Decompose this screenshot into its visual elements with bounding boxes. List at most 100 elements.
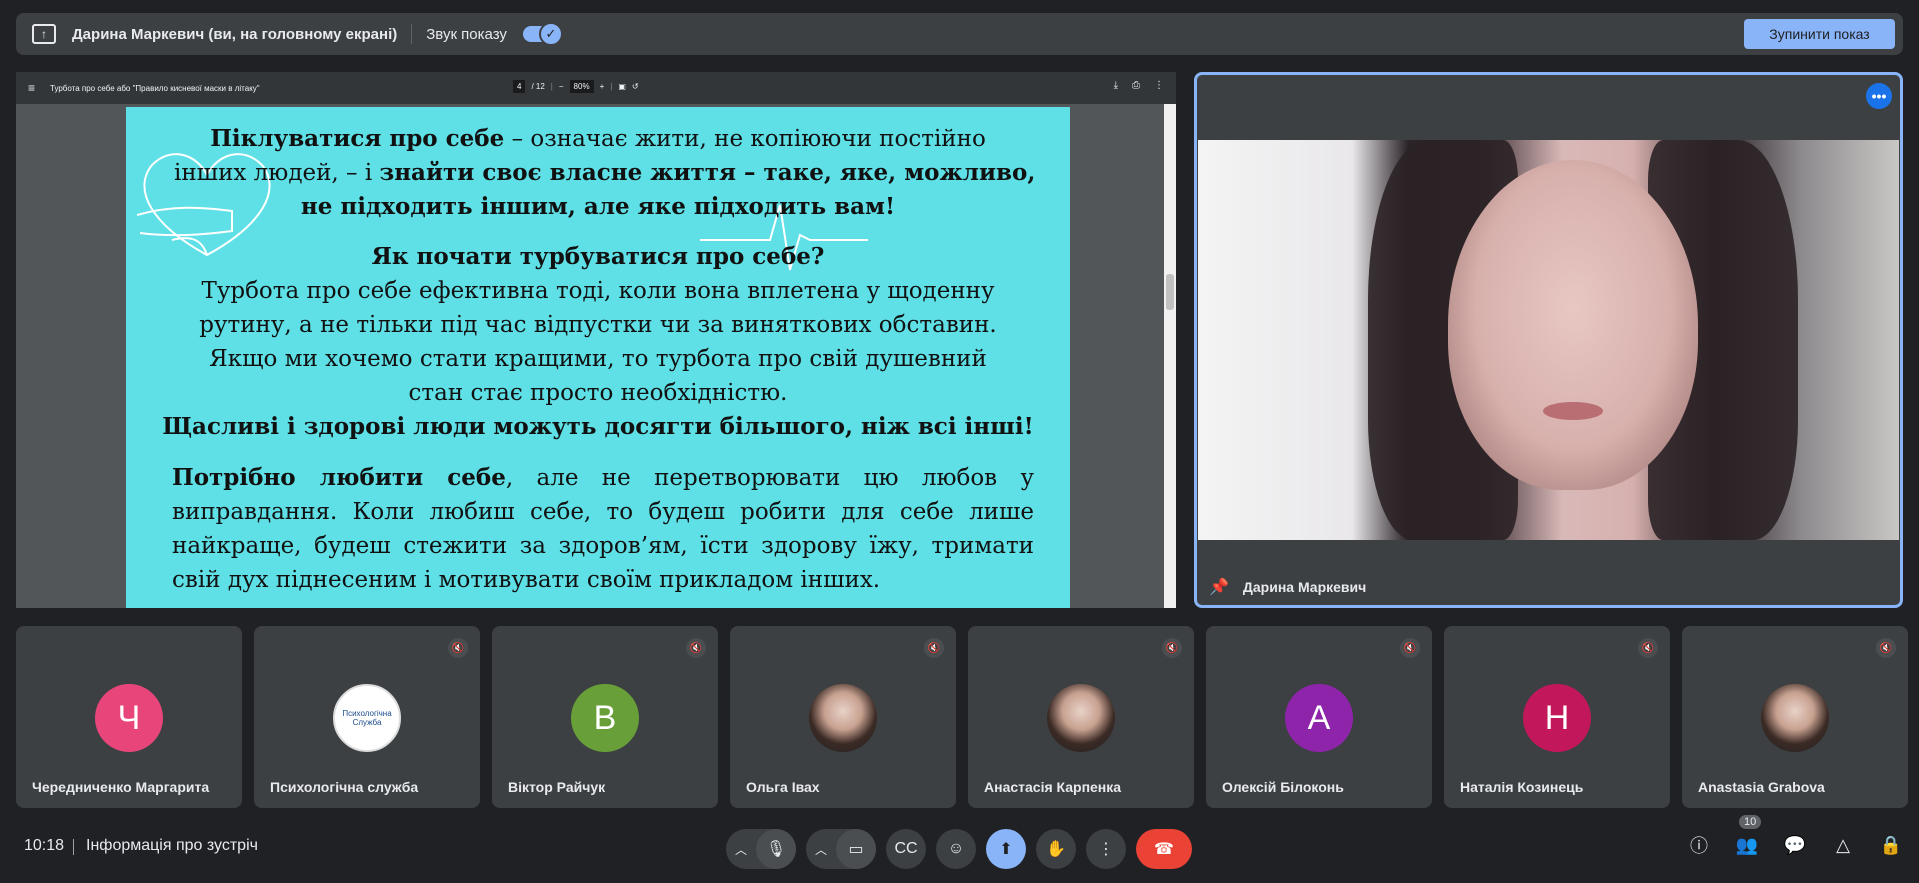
- present-icon[interactable]: ⬆: [986, 829, 1026, 869]
- divider: [411, 24, 413, 44]
- participant-name: Віктор Райчук: [508, 779, 606, 795]
- doc-text: рутину, а не тільки під час відпустки чи…: [199, 312, 997, 338]
- side-panel-controls: ⓘ 👥 10 💬 △ 🔒: [1687, 815, 1903, 857]
- doc-text: виправдання. Коли любиш себе, то будеш р…: [172, 499, 1034, 525]
- avatar-initial: Ч: [117, 698, 141, 737]
- download-icon[interactable]: ⤓: [1114, 80, 1118, 91]
- doc-text: найкраще, будеш стежити за здоров’ям, їс…: [172, 533, 1034, 559]
- mic-off-icon: 🔇: [1638, 638, 1658, 658]
- participant-tile[interactable]: 🔇 Ольга Івах: [730, 626, 956, 808]
- doc-text: Турбота про себе ефективна тоді, коли во…: [201, 278, 995, 304]
- mic-off-icon: 🔇: [1400, 638, 1420, 658]
- meeting-info-label[interactable]: Інформація про зустріч: [86, 837, 258, 855]
- participant-tile[interactable]: 🔇 А Олексій Білоконь: [1206, 626, 1432, 808]
- rotate-icon[interactable]: ↺: [632, 82, 639, 91]
- zoom-input[interactable]: 80%: [569, 80, 594, 93]
- scrollbar-thumb[interactable]: [1166, 274, 1174, 310]
- participant-name: Олексій Білоконь: [1222, 779, 1344, 795]
- chat-icon[interactable]: 💬: [1783, 833, 1807, 857]
- more-vert-icon[interactable]: ⋮: [1154, 80, 1164, 91]
- avatar: Н: [1523, 684, 1591, 752]
- participant-tile[interactable]: 🔇 Психологічна Служба Психологічна служба: [254, 626, 480, 808]
- divider: |: [610, 82, 613, 91]
- doc-text: Потрібно любити себе: [172, 464, 506, 491]
- mic-control: ︿ 🎙: [726, 829, 796, 869]
- doc-text: Піклуватися про себе: [210, 125, 505, 152]
- zoom-in-icon[interactable]: +: [600, 82, 605, 91]
- doc-text: знайти своє власне життя – таке, яке, мо…: [379, 159, 1036, 186]
- chevron-up-icon[interactable]: ︿: [726, 829, 756, 869]
- doc-text: стан стає просто необхідністю.: [408, 380, 788, 406]
- avatar-initial: Н: [1544, 698, 1570, 737]
- camera-control: ︿ ▭: [806, 829, 876, 869]
- leave-call-icon[interactable]: ☎: [1136, 829, 1192, 869]
- participant-name: Чередниченко Маргарита: [32, 779, 210, 795]
- sound-toggle[interactable]: ✓: [522, 22, 563, 46]
- video-face: [1448, 160, 1698, 490]
- stop-presenting-button[interactable]: Зупинити показ: [1744, 19, 1895, 49]
- mic-off-icon: 🔇: [686, 638, 706, 658]
- pdf-actions: ⤓ ⎙ ⋮: [1114, 80, 1164, 91]
- page-total: / 12: [531, 82, 545, 91]
- fit-page-icon[interactable]: ▣: [618, 82, 626, 91]
- participant-tile[interactable]: Ч Чередниченко Маргарита: [16, 626, 242, 808]
- participant-tile[interactable]: 🔇 Анастасія Карпенка: [968, 626, 1194, 808]
- speaker-name: Дарина Маркевич: [1242, 579, 1367, 595]
- video-lips: [1543, 402, 1603, 420]
- avatar: [1047, 684, 1115, 752]
- participants-grid: Ч Чередниченко Маргарита 🔇 Психологічна Слу…: [16, 626, 1908, 808]
- doc-text: – означає жити, не копіюючи постійно: [504, 126, 986, 152]
- avatar: В: [571, 684, 639, 752]
- bottom-bar: 10:18 Інформація про зустріч ︿ 🎙 ︿ ▭ CC …: [0, 815, 1919, 869]
- host-controls-icon[interactable]: 🔒: [1879, 833, 1903, 857]
- participant-tile[interactable]: 🔇 Anastasia Grabova: [1682, 626, 1908, 808]
- zoom-out-icon[interactable]: −: [559, 82, 564, 91]
- people-icon[interactable]: 👥 10: [1735, 815, 1762, 857]
- presenting-bar: ↑ Дарина Маркевич (ви, на головному екра…: [16, 13, 1903, 55]
- avatar: Психологічна Служба: [333, 684, 401, 752]
- divider: [73, 839, 74, 855]
- captions-icon[interactable]: CC: [886, 829, 926, 869]
- doc-text: , але не перетворювати цю любов у: [505, 465, 1034, 491]
- doc-text: Щасливі і здорові люди можуть досягти бі…: [162, 413, 1034, 440]
- pin-icon[interactable]: 📌: [1209, 577, 1229, 597]
- emoji-icon[interactable]: ☺: [936, 829, 976, 869]
- presenter-label: Дарина Маркевич (ви, на головному екрані…: [72, 25, 398, 43]
- present-screen-icon: ↑: [32, 24, 56, 44]
- pdf-scrollbar[interactable]: [1164, 104, 1176, 608]
- mic-icon[interactable]: 🎙: [756, 829, 796, 869]
- participant-name: Наталія Козинець: [1460, 779, 1584, 795]
- doc-text: інших людей, – і: [174, 160, 380, 186]
- activities-icon[interactable]: △: [1831, 833, 1855, 857]
- participant-tile[interactable]: 🔇 В Віктор Райчук: [492, 626, 718, 808]
- speaker-tile[interactable]: ••• 📌 Дарина Маркевич: [1194, 72, 1903, 608]
- more-vert-icon[interactable]: ⋮: [1086, 829, 1126, 869]
- chevron-up-icon[interactable]: ︿: [806, 829, 836, 869]
- camera-icon[interactable]: ▭: [836, 829, 876, 869]
- doc-text: свій дух піднесеним і мотивувати своїм п…: [172, 567, 881, 593]
- doc-text: не підходить іншим, але яке підходить ва…: [300, 193, 896, 220]
- sound-label: Звук показу: [426, 25, 507, 43]
- logo-text: Психологічна Служба: [342, 709, 392, 727]
- mic-off-icon: 🔇: [448, 638, 468, 658]
- call-controls: ︿ 🎙 ︿ ▭ CC ☺ ⬆ ✋ ⋮ ☎: [726, 829, 1202, 869]
- speaker-name-row: 📌 Дарина Маркевич: [1209, 577, 1366, 597]
- raise-hand-icon[interactable]: ✋: [1036, 829, 1076, 869]
- mic-off-icon: 🔇: [924, 638, 944, 658]
- avatar: Ч: [95, 684, 163, 752]
- avatar: А: [1285, 684, 1353, 752]
- participant-name: Психологічна служба: [270, 779, 419, 795]
- participant-name: Anastasia Grabova: [1698, 779, 1825, 795]
- doc-heading: Як почати турбуватися про себе?: [371, 243, 825, 270]
- speaker-video: [1198, 140, 1899, 540]
- participant-tile[interactable]: 🔇 Н Наталія Козинець: [1444, 626, 1670, 808]
- page-input[interactable]: 4: [513, 80, 526, 93]
- info-icon[interactable]: ⓘ: [1687, 833, 1711, 857]
- more-options-icon[interactable]: •••: [1866, 83, 1892, 109]
- pdf-toolbar: ≡ Турбота про себе або "Правило кисневої…: [16, 72, 1176, 104]
- menu-icon[interactable]: ≡: [28, 82, 40, 94]
- pdf-page: Піклуватися про себе – означає жити, не …: [126, 107, 1070, 608]
- check-icon: ✓: [538, 22, 563, 46]
- mic-off-icon: 🔇: [1876, 638, 1896, 658]
- print-icon[interactable]: ⎙: [1132, 80, 1140, 91]
